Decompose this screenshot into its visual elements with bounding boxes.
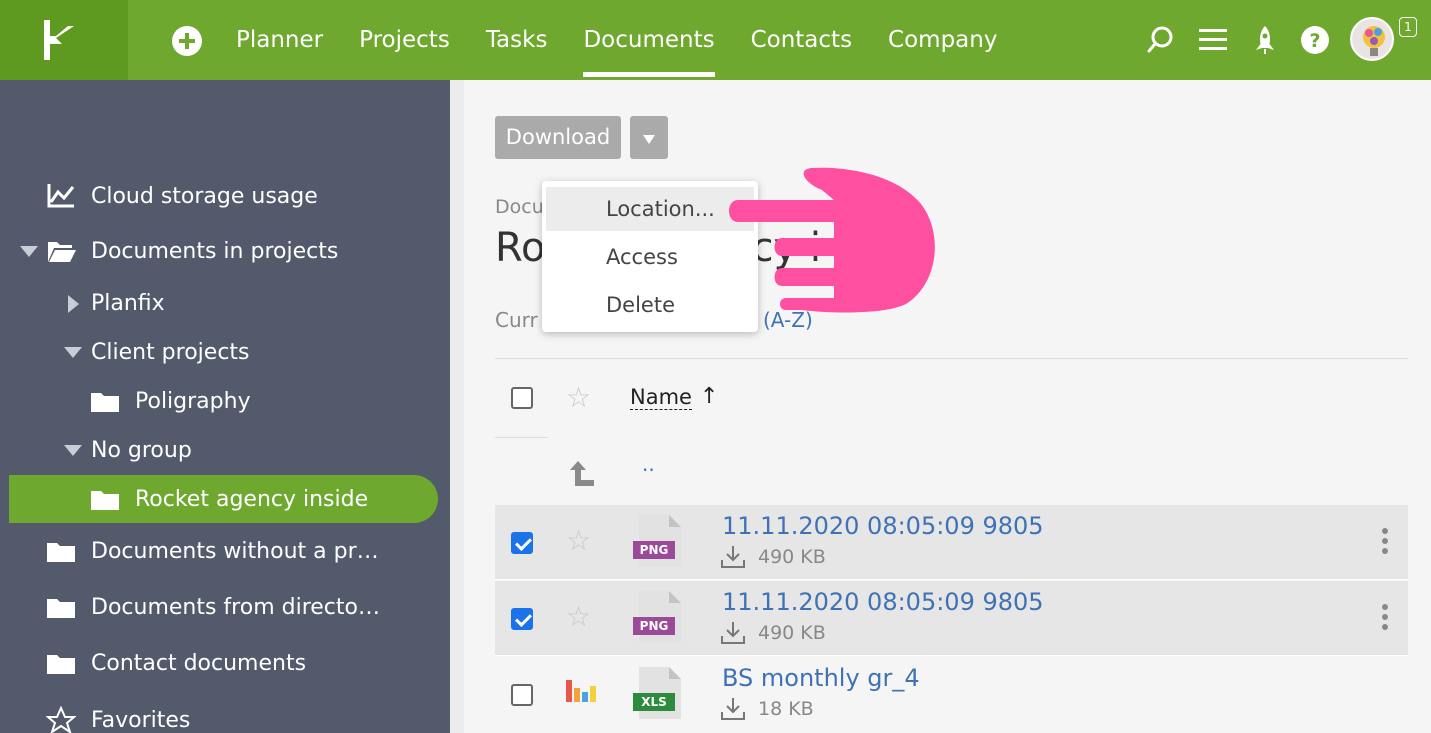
triangle-down-icon[interactable]: [64, 347, 82, 358]
sort-label: Curr: [495, 308, 538, 332]
sidebar-divider: [450, 80, 464, 733]
star-icon: [46, 706, 76, 733]
star-icon[interactable]: ☆: [566, 527, 591, 555]
folder-icon: [47, 542, 75, 562]
sidebar-item-label: Documents without a pr…: [91, 539, 379, 564]
sidebar-item-documents-without-project[interactable]: Documents without a pr…: [46, 539, 379, 564]
sort-arrow-icon[interactable]: ↑: [700, 384, 718, 409]
divider: [495, 358, 1408, 359]
folder-icon: [91, 490, 119, 510]
download-icon[interactable]: [720, 696, 746, 722]
more-options-icon[interactable]: [1378, 604, 1392, 638]
sidebar-item-cloud-storage[interactable]: Cloud storage usage: [46, 182, 318, 210]
avatar[interactable]: [1350, 17, 1394, 61]
folder-icon: [91, 392, 119, 412]
file-name-link[interactable]: 11.11.2020 08:05:09 9805: [722, 512, 1044, 540]
sidebar-item-label: Cloud storage usage: [91, 183, 318, 209]
row-checkbox[interactable]: [511, 532, 533, 554]
sidebar-item-documents-from-directory[interactable]: Documents from directo…: [46, 595, 380, 620]
star-icon[interactable]: ☆: [566, 384, 591, 412]
sidebar-item-label: No group: [91, 438, 192, 463]
file-size: 18 KB: [758, 698, 814, 720]
sidebar-item-contact-documents[interactable]: Contact documents: [46, 651, 306, 676]
sidebar-item-poligraphy[interactable]: Poligraphy: [90, 389, 251, 414]
folder-open-icon: [48, 242, 76, 262]
bar-chart-icon[interactable]: [565, 678, 597, 704]
chart-icon: [47, 184, 75, 208]
file-type-badge: PNG: [633, 617, 675, 635]
add-icon[interactable]: [172, 26, 202, 56]
sidebar-item-label: Favorites: [91, 707, 191, 733]
menu-item-access[interactable]: Access: [546, 235, 754, 279]
nav-projects[interactable]: Projects: [359, 0, 450, 80]
triangle-down-icon[interactable]: [20, 245, 38, 257]
menu-icon[interactable]: [1198, 24, 1228, 56]
sidebar-item-documents-in-projects[interactable]: Documents in projects: [20, 238, 338, 264]
sidebar-item-label: Client projects: [91, 340, 250, 365]
nav-planner[interactable]: Planner: [236, 0, 323, 80]
xls-file-icon: XLS: [633, 665, 683, 721]
sidebar-item-client-projects[interactable]: Client projects: [64, 340, 250, 365]
select-all-checkbox[interactable]: [511, 387, 533, 409]
svg-text:?: ?: [1309, 30, 1320, 52]
sidebar-item-label: Planfix: [91, 291, 165, 316]
notification-badge[interactable]: 1: [1399, 17, 1417, 37]
file-size: 490 KB: [758, 622, 826, 644]
table-row[interactable]: [495, 657, 1408, 732]
file-name-link[interactable]: 11.11.2020 08:05:09 9805: [722, 588, 1044, 616]
sidebar-item-planfix[interactable]: Planfix: [68, 291, 165, 316]
main-nav: Planner Projects Tasks Documents Contact…: [236, 0, 1033, 80]
pointing-hand-icon: [729, 167, 935, 313]
breadcrumb[interactable]: Docu: [495, 196, 544, 218]
nav-company[interactable]: Company: [888, 0, 997, 80]
nav-tasks[interactable]: Tasks: [486, 0, 548, 80]
sidebar-item-label: Documents from directo…: [91, 595, 380, 620]
download-icon[interactable]: [720, 620, 746, 646]
sidebar-item-no-group[interactable]: No group: [64, 438, 192, 463]
top-bar: Planner Projects Tasks Documents Contact…: [0, 0, 1431, 80]
folder-up-icon[interactable]: [564, 458, 596, 488]
triangle-right-icon[interactable]: [68, 294, 79, 313]
png-file-icon: PNG: [633, 589, 683, 645]
file-name-link[interactable]: BS monthly gr_4: [722, 664, 920, 692]
sidebar-item-label: Poligraphy: [135, 389, 251, 414]
download-icon[interactable]: [720, 544, 746, 570]
column-header-name[interactable]: Name: [630, 385, 692, 410]
file-type-badge: XLS: [633, 693, 675, 711]
parent-folder-link[interactable]: ..: [642, 452, 655, 476]
star-icon[interactable]: ☆: [566, 603, 591, 631]
divider: [495, 437, 548, 438]
page-title-start: Ro: [495, 225, 546, 271]
file-size: 490 KB: [758, 546, 826, 568]
folder-icon: [47, 654, 75, 674]
download-button[interactable]: Download: [495, 116, 621, 159]
row-checkbox[interactable]: [511, 608, 533, 630]
rocket-icon[interactable]: [1250, 24, 1280, 56]
row-checkbox[interactable]: [511, 684, 533, 706]
help-icon[interactable]: ?: [1300, 24, 1330, 56]
download-options-toggle[interactable]: [630, 116, 668, 159]
file-type-badge: PNG: [633, 541, 675, 559]
nav-contacts[interactable]: Contacts: [751, 0, 852, 80]
sidebar-item-favorites[interactable]: Favorites: [46, 706, 190, 733]
menu-item-delete[interactable]: Delete: [546, 283, 754, 327]
sidebar-item-rocket-agency-inside[interactable]: Rocket agency inside: [90, 487, 368, 512]
sidebar-item-label: Contact documents: [91, 651, 307, 676]
triangle-down-icon[interactable]: [64, 445, 82, 456]
sidebar-item-label: Documents in projects: [91, 238, 339, 264]
sidebar-item-label: Rocket agency inside: [135, 487, 369, 512]
png-file-icon: PNG: [633, 513, 683, 569]
more-options-icon[interactable]: [1378, 528, 1392, 562]
menu-item-location[interactable]: Location...: [546, 187, 754, 231]
folder-icon: [47, 598, 75, 618]
search-icon[interactable]: [1146, 24, 1176, 56]
logo[interactable]: [0, 0, 170, 80]
nav-documents[interactable]: Documents: [583, 0, 715, 80]
